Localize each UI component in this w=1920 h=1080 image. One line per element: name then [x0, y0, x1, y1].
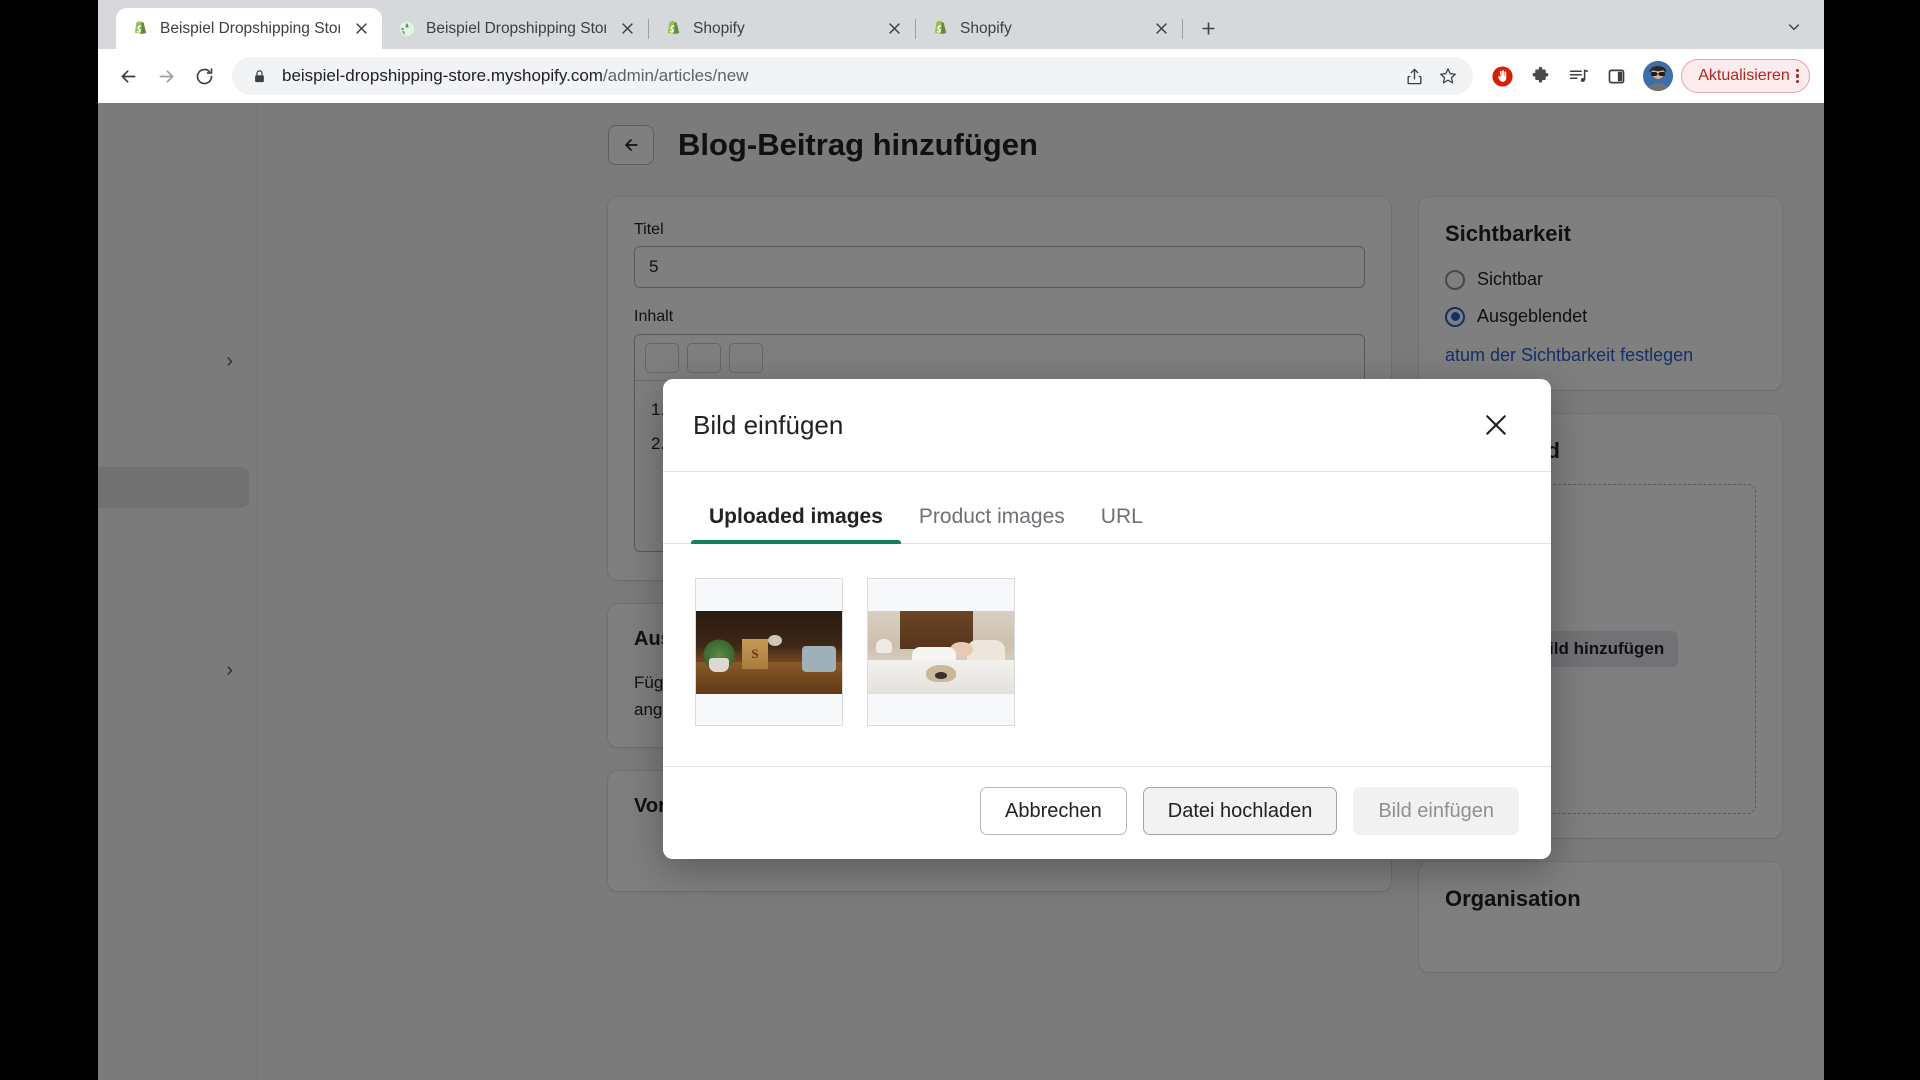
person-sleeping-with-pug-thumbnail[interactable] — [867, 578, 1015, 726]
thumbnail-image — [696, 610, 842, 694]
browser-tab-title: Shopify — [960, 19, 1012, 37]
cancel-button[interactable]: Abbrechen — [980, 787, 1127, 835]
adblock-icon[interactable] — [1485, 59, 1519, 93]
upload-file-button-label: Datei hochladen — [1167, 799, 1313, 822]
browser-tab-title: Beispiel Dropshipping Store · B — [160, 19, 340, 37]
modal-tabs: Uploaded images Product images URL — [663, 472, 1551, 544]
puzzle-icon[interactable] — [1523, 59, 1557, 93]
close-icon[interactable] — [1479, 408, 1513, 442]
tab-divider — [1182, 19, 1183, 39]
tab-url[interactable]: URL — [1083, 505, 1161, 543]
url-host: beispiel-dropshipping-store.myshopify.co… — [282, 66, 603, 85]
sidepanel-icon[interactable] — [1599, 59, 1633, 93]
browser-toolbar: beispiel-dropshipping-store.myshopify.co… — [98, 49, 1824, 103]
modal-title: Bild einfügen — [693, 409, 844, 440]
close-icon[interactable] — [1150, 18, 1172, 40]
thumbnail-image — [868, 610, 1014, 694]
tab-uploaded-images[interactable]: Uploaded images — [691, 505, 901, 544]
shopify-box-on-desk-thumbnail[interactable] — [695, 578, 843, 726]
browser-window: Beispiel Dropshipping Store · B Beispiel… — [98, 0, 1824, 1080]
back-arrow-icon[interactable] — [110, 58, 146, 94]
url-path: /admin/articles/new — [602, 66, 749, 85]
kebab-menu-icon[interactable] — [1795, 68, 1799, 84]
star-icon[interactable] — [1437, 65, 1459, 87]
shopify-icon — [932, 20, 950, 38]
browser-tab-1[interactable]: Beispiel Dropshipping Store · B — [116, 8, 382, 49]
forward-arrow-icon[interactable] — [148, 58, 184, 94]
address-bar-url: beispiel-dropshipping-store.myshopify.co… — [282, 66, 1391, 86]
globe-icon — [398, 20, 416, 38]
profile-avatar[interactable] — [1643, 61, 1674, 91]
shopify-icon — [665, 20, 683, 38]
share-icon[interactable] — [1403, 65, 1425, 87]
browser-tab-2[interactable]: Beispiel Dropshipping Store — [382, 8, 648, 49]
browser-tab-title: Shopify — [693, 19, 745, 37]
reload-icon[interactable] — [186, 58, 222, 94]
browser-tab-3[interactable]: Shopify — [649, 8, 915, 49]
modal-header: Bild einfügen — [663, 379, 1551, 472]
modal-footer: Abbrechen Datei hochladen Bild einfügen — [663, 766, 1551, 859]
modal-body — [663, 544, 1551, 766]
new-tab-button[interactable] — [1191, 11, 1225, 45]
address-bar[interactable]: beispiel-dropshipping-store.myshopify.co… — [232, 57, 1474, 95]
close-icon[interactable] — [350, 18, 372, 40]
tab-product-images[interactable]: Product images — [901, 505, 1083, 543]
upload-file-button[interactable]: Datei hochladen — [1142, 787, 1338, 835]
playlist-icon[interactable] — [1561, 59, 1595, 93]
update-button-label: Aktualisieren — [1698, 67, 1790, 84]
browser-tab-title: Beispiel Dropshipping Store — [426, 19, 606, 37]
chevron-down-icon[interactable] — [1776, 9, 1812, 45]
insert-image-modal: Bild einfügen Uploaded images Product im… — [663, 379, 1551, 859]
browser-tab-4[interactable]: Shopify — [916, 8, 1182, 49]
update-button[interactable]: Aktualisieren — [1681, 59, 1810, 93]
lock-icon — [248, 65, 270, 87]
close-icon[interactable] — [616, 18, 638, 40]
close-icon[interactable] — [883, 18, 905, 40]
browser-tab-strip: Beispiel Dropshipping Store · B Beispiel… — [98, 0, 1824, 49]
shopify-icon — [132, 20, 150, 38]
insert-image-button: Bild einfügen — [1353, 787, 1519, 835]
page-viewport: ukte en stiken eting tte anäle › eshop — [98, 103, 1824, 1080]
